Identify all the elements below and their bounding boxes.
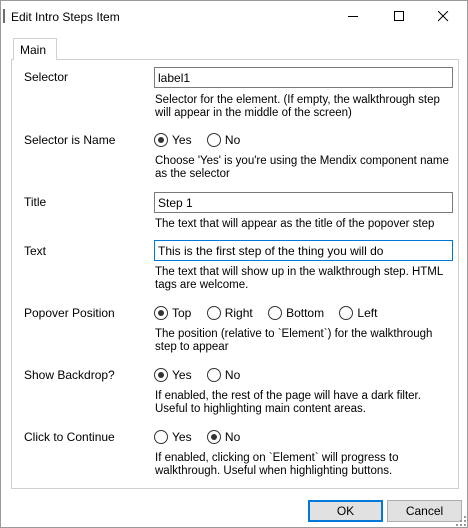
minimize-icon bbox=[348, 16, 358, 17]
radio-circle-icon bbox=[206, 133, 221, 147]
click-to-continue-radio-group: Yes No bbox=[154, 430, 252, 448]
radio-label: Left bbox=[357, 306, 378, 320]
dialog-window: Edit Intro Steps Item Main Selector Sele… bbox=[0, 0, 468, 528]
selector-is-name-description: Choose 'Yes' is you're using the Mendix … bbox=[155, 155, 449, 180]
selector-is-name-radio-group: Yes No bbox=[154, 133, 252, 151]
radio-label: Yes bbox=[172, 133, 192, 147]
radio-circle-icon bbox=[206, 306, 221, 320]
selector-is-name-yes-radio[interactable]: Yes bbox=[154, 133, 192, 149]
click-to-continue-no-radio[interactable]: No bbox=[206, 430, 241, 446]
show-backdrop-label: Show Backdrop? bbox=[24, 368, 115, 382]
resize-grip-icon[interactable] bbox=[456, 516, 466, 526]
popover-position-radio-group: Top Right Bottom Left bbox=[154, 306, 389, 324]
radio-label: Top bbox=[172, 306, 192, 320]
tab-main[interactable]: Main bbox=[13, 38, 57, 60]
title-label: Title bbox=[24, 195, 47, 209]
show-backdrop-no-radio[interactable]: No bbox=[206, 368, 241, 384]
radio-label: No bbox=[224, 430, 241, 444]
popover-position-description: The position (relative to `Element`) for… bbox=[155, 328, 433, 353]
text-label: Text bbox=[24, 244, 47, 258]
click-to-continue-description: If enabled, clicking on `Element` will p… bbox=[155, 452, 399, 477]
tab-panel-main: Selector Selector for the element. (If e… bbox=[11, 59, 459, 489]
radio-selected-dot-icon bbox=[158, 310, 164, 316]
radio-label: Right bbox=[224, 306, 253, 320]
click-to-continue-yes-radio[interactable]: Yes bbox=[154, 430, 192, 446]
radio-circle-icon bbox=[206, 368, 221, 382]
ok-button[interactable]: OK bbox=[308, 500, 383, 522]
window-title: Edit Intro Steps Item bbox=[11, 10, 120, 24]
show-backdrop-radio-group: Yes No bbox=[154, 368, 252, 386]
radio-circle-icon bbox=[339, 306, 354, 320]
selector-is-name-label: Selector is Name bbox=[24, 133, 116, 147]
radio-circle-icon bbox=[154, 133, 168, 147]
title-bar[interactable]: Edit Intro Steps Item bbox=[1, 1, 467, 32]
close-icon bbox=[438, 11, 449, 22]
radio-label: Yes bbox=[172, 368, 192, 382]
popover-position-left-radio[interactable]: Left bbox=[339, 306, 377, 322]
radio-circle-icon bbox=[154, 368, 168, 382]
minimize-button[interactable] bbox=[331, 1, 377, 32]
radio-label: No bbox=[224, 368, 241, 382]
popover-position-right-radio[interactable]: Right bbox=[206, 306, 253, 322]
selector-label: Selector bbox=[24, 70, 69, 84]
radio-selected-dot-icon bbox=[158, 137, 164, 143]
show-backdrop-description: If enabled, the rest of the page will ha… bbox=[155, 390, 421, 415]
radio-circle-icon bbox=[154, 430, 168, 444]
popover-position-top-radio[interactable]: Top bbox=[154, 306, 191, 322]
maximize-button[interactable] bbox=[377, 1, 423, 32]
title-input[interactable] bbox=[154, 192, 453, 213]
popover-position-bottom-radio[interactable]: Bottom bbox=[268, 306, 324, 322]
show-backdrop-yes-radio[interactable]: Yes bbox=[154, 368, 192, 384]
tab-main-label: Main bbox=[20, 43, 47, 57]
cancel-button[interactable]: Cancel bbox=[387, 500, 462, 522]
maximize-icon bbox=[394, 11, 404, 21]
radio-circle-icon bbox=[206, 430, 221, 444]
radio-label: Yes bbox=[172, 430, 192, 444]
click-to-continue-label: Click to Continue bbox=[24, 430, 115, 444]
close-button[interactable] bbox=[421, 1, 467, 32]
popover-position-label: Popover Position bbox=[24, 306, 115, 320]
radio-circle-icon bbox=[154, 306, 168, 320]
text-description: The text that will show up in the walkth… bbox=[155, 266, 443, 291]
selector-description: Selector for the element. (If empty, the… bbox=[155, 94, 440, 119]
title-description: The text that will appear as the title o… bbox=[155, 218, 435, 230]
radio-selected-dot-icon bbox=[210, 434, 217, 440]
app-icon bbox=[3, 9, 5, 23]
text-input[interactable] bbox=[154, 240, 453, 261]
radio-label: No bbox=[224, 133, 241, 147]
radio-circle-icon bbox=[268, 306, 283, 320]
selector-is-name-no-radio[interactable]: No bbox=[206, 133, 241, 149]
selector-input[interactable] bbox=[154, 67, 453, 88]
radio-label: Bottom bbox=[286, 306, 325, 320]
radio-selected-dot-icon bbox=[158, 372, 164, 378]
